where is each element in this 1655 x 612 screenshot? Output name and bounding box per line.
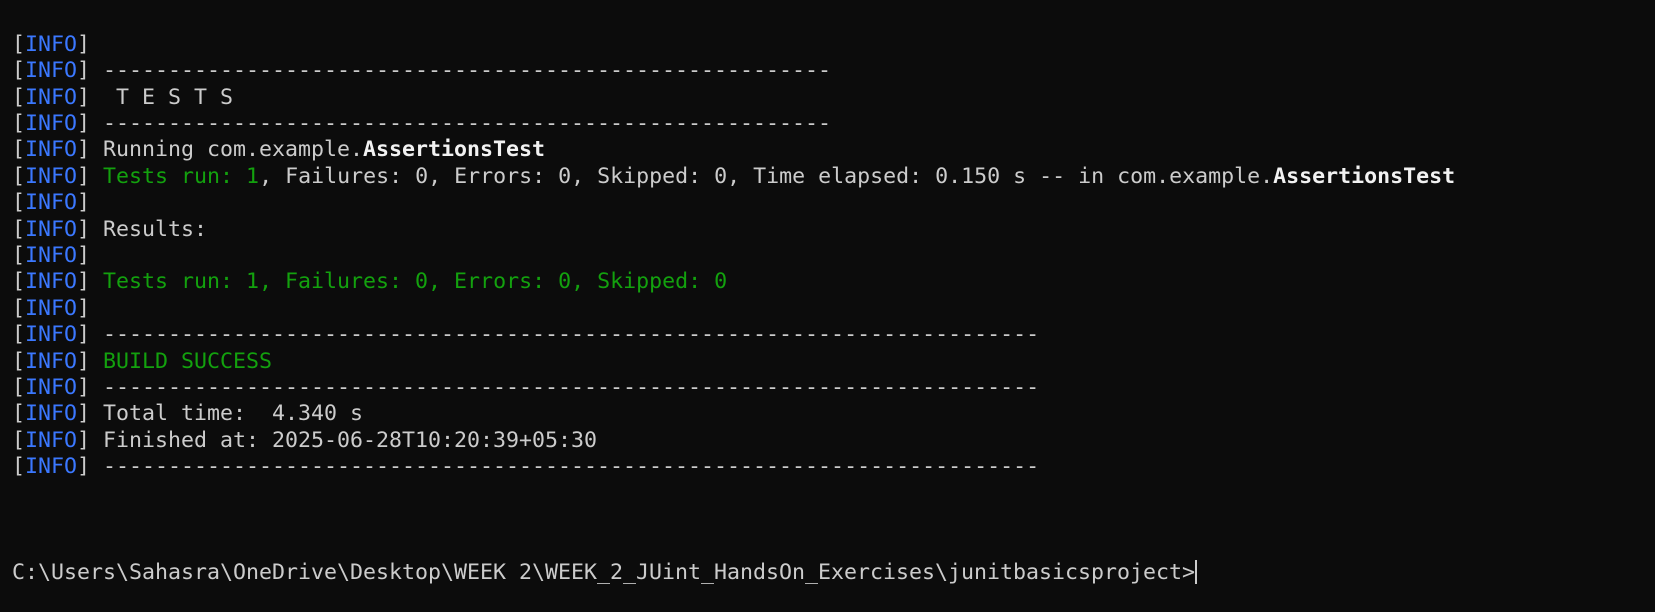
log-text: ] Running com.example.: [77, 137, 364, 163]
terminal-output[interactable]: [INFO] [INFO] ---------------------------…: [12, 0, 1455, 612]
log-line: [INFO] Tests run: 1, Failures: 0, Errors…: [12, 164, 1455, 190]
log-text: ]: [77, 31, 91, 57]
log-text: [: [12, 269, 26, 295]
log-line: [INFO] ---------------------------------…: [12, 58, 1455, 84]
log-level-tag: INFO: [25, 427, 78, 453]
log-text: ]: [77, 348, 104, 374]
success-text: Tests run: 1, Failures: 0, Errors: 0, Sk…: [103, 269, 728, 295]
log-line: [INFO] BUILD SUCCESS: [12, 349, 1455, 375]
log-line: [INFO] Results:: [12, 217, 1455, 243]
log-line: [INFO]: [12, 32, 1455, 58]
log-text: AssertionsTest: [1273, 163, 1456, 189]
log-line: [INFO] ---------------------------------…: [12, 322, 1455, 348]
log-text: [: [12, 295, 26, 321]
log-text: [: [12, 216, 26, 242]
log-level-tag: INFO: [25, 137, 78, 163]
log-level-tag: INFO: [25, 401, 78, 427]
command-prompt[interactable]: C:\Users\Sahasra\OneDrive\Desktop\WEEK 2…: [12, 559, 1455, 586]
log-level-tag: INFO: [25, 163, 78, 189]
log-text: [: [12, 454, 26, 480]
log-text: ] Total time: 4.340 s: [77, 401, 364, 427]
log-text: ] T E S T S: [77, 84, 234, 110]
log-line: [INFO] Tests run: 1, Failures: 0, Errors…: [12, 269, 1455, 295]
log-text: [: [12, 31, 26, 57]
log-text: ]: [77, 163, 104, 189]
log-level-tag: INFO: [25, 374, 78, 400]
log-text: [: [12, 163, 26, 189]
log-text: , Failures: 0, Errors: 0, Skipped: 0, Ti…: [259, 163, 1274, 189]
log-text: ] Finished at: 2025-06-28T10:20:39+05:30: [77, 427, 598, 453]
log-text: [: [12, 110, 26, 136]
log-text: [: [12, 190, 26, 216]
log-text: [: [12, 401, 26, 427]
log-level-tag: INFO: [25, 216, 78, 242]
log-text: ]: [77, 269, 104, 295]
log-line: [INFO]: [12, 190, 1455, 216]
log-text: [: [12, 84, 26, 110]
log-text: [: [12, 137, 26, 163]
log-line: [INFO] ---------------------------------…: [12, 375, 1455, 401]
log-text: ]: [77, 295, 91, 321]
log-text: ]: [77, 190, 91, 216]
log-text: [: [12, 374, 26, 400]
log-level-tag: INFO: [25, 269, 78, 295]
log-text: ] --------------------------------------…: [77, 58, 832, 84]
log-line: [INFO] ---------------------------------…: [12, 111, 1455, 137]
log-text: ]: [77, 242, 91, 268]
log-level-tag: INFO: [25, 322, 78, 348]
log-level-tag: INFO: [25, 110, 78, 136]
log-level-tag: INFO: [25, 190, 78, 216]
prompt-path: C:\Users\Sahasra\OneDrive\Desktop\WEEK 2…: [12, 559, 1196, 585]
log-level-tag: INFO: [25, 242, 78, 268]
log-text: ] --------------------------------------…: [77, 110, 832, 136]
log-text: [: [12, 348, 26, 374]
log-text: [: [12, 322, 26, 348]
log-line: [INFO] Total time: 4.340 s: [12, 401, 1455, 427]
success-text: BUILD SUCCESS: [103, 348, 273, 374]
terminal-log: [INFO] [INFO] ---------------------------…: [12, 32, 1455, 507]
log-line: [INFO]: [12, 296, 1455, 322]
log-line: [INFO] Finished at: 2025-06-28T10:20:39+…: [12, 428, 1455, 454]
success-text: Tests run: 1: [103, 163, 260, 189]
log-text: [: [12, 242, 26, 268]
log-text: [: [12, 427, 26, 453]
log-text: AssertionsTest: [363, 137, 546, 163]
log-text: ] Results:: [77, 216, 208, 242]
text-cursor: [1195, 559, 1198, 584]
log-level-tag: INFO: [25, 348, 78, 374]
log-text: [: [12, 58, 26, 84]
log-line: [INFO] T E S T S: [12, 85, 1455, 111]
log-text: ] --------------------------------------…: [77, 374, 1040, 400]
log-level-tag: INFO: [25, 84, 78, 110]
log-level-tag: INFO: [25, 31, 78, 57]
log-text: ] --------------------------------------…: [77, 454, 1040, 480]
log-line: [INFO] ---------------------------------…: [12, 454, 1455, 480]
log-line: [INFO] Running com.example.AssertionsTes…: [12, 137, 1455, 163]
log-level-tag: INFO: [25, 454, 78, 480]
log-level-tag: INFO: [25, 295, 78, 321]
log-line: [INFO]: [12, 243, 1455, 269]
log-text: ] --------------------------------------…: [77, 322, 1040, 348]
log-level-tag: INFO: [25, 58, 78, 84]
